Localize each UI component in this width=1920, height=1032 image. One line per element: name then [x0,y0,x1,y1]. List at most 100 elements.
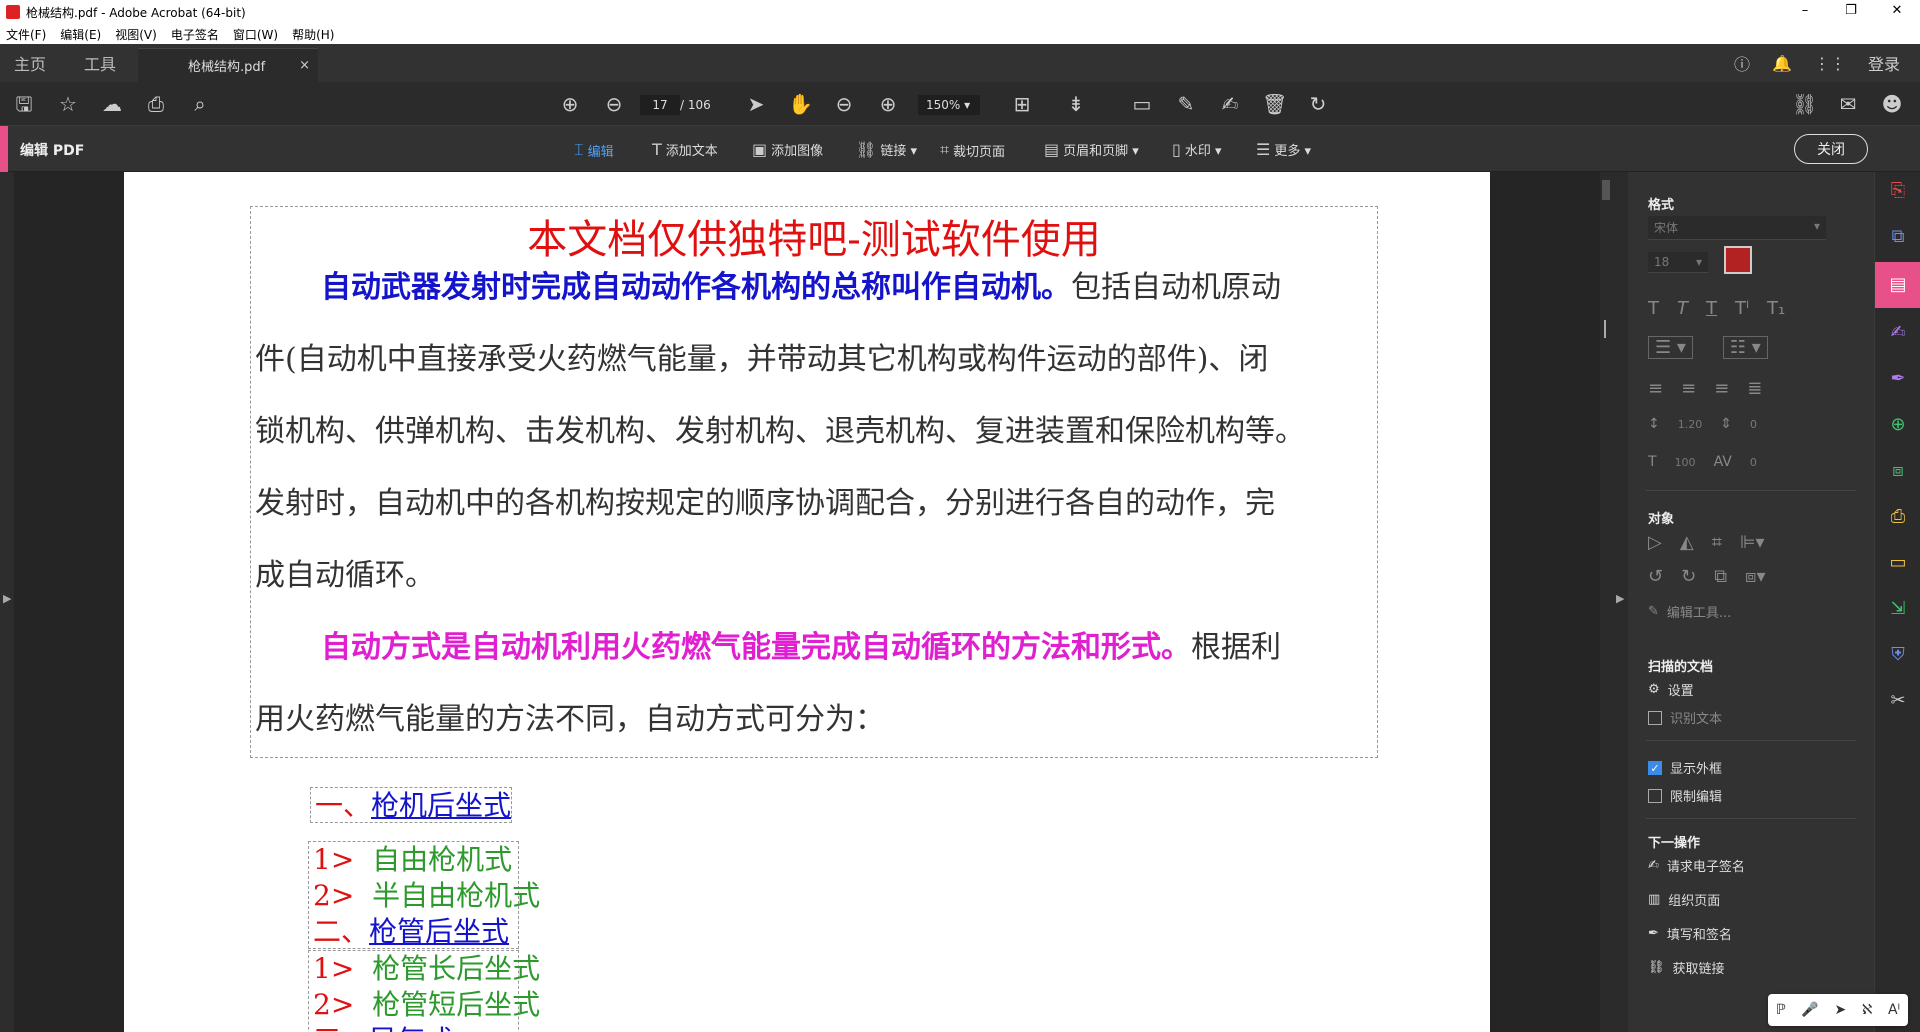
menu-esign[interactable]: 电子签名 [171,26,219,43]
align-center-icon[interactable]: ≡ [1681,378,1696,399]
highlight-pen-icon[interactable]: ✎ [1174,92,1198,116]
ime-translate-icon[interactable]: ℵ [1862,1002,1872,1018]
get-link-item[interactable]: ⛓ 获取链接 [1648,958,1725,977]
comment-icon[interactable]: ▭ [1130,92,1154,116]
right-panel-toggle[interactable]: ▶ [1612,172,1628,1032]
flip-horizontal-icon[interactable]: ◭ [1680,532,1694,553]
account-icon[interactable]: ☻ [1880,92,1904,116]
bold-icon[interactable]: T [1648,298,1659,319]
apps-grid-icon[interactable]: ⋮⋮ [1814,54,1846,73]
ime-logo-icon[interactable]: ℙ [1776,1002,1786,1018]
menu-file[interactable]: 文件(F) [6,26,46,43]
more-button[interactable]: ☰ 更多 ▾ [1256,140,1311,159]
crop-image-icon[interactable]: ⌗ [1712,532,1722,553]
superscript-icon[interactable]: Tˡ [1735,298,1749,319]
restrict-edit-checkbox[interactable] [1648,788,1662,803]
settings-item[interactable]: ⚙ 设置 [1648,680,1694,699]
arrange-icon[interactable]: ⧈▾ [1745,566,1765,587]
align-objects-icon[interactable]: ⊫▾ [1740,532,1765,553]
numbered-list-icon[interactable]: ☷ ▾ [1722,336,1768,359]
search-icon[interactable]: ⌕ [188,92,212,116]
vertical-scrollbar[interactable] [1600,172,1612,1032]
maximize-button[interactable]: ❐ [1828,0,1874,24]
text-block-heading-1[interactable]: 一、枪机后坐式 [310,787,512,823]
cloud-upload-icon[interactable]: ☁ [100,92,124,116]
help-icon[interactable]: ⓘ [1734,51,1750,75]
sign-icon[interactable]: ✍ [1218,92,1242,116]
text-block-main[interactable]: 本文档仅供独特吧-测试软件使用 自动武器发射时完成自动动作各机构的总称叫作自动机… [250,206,1378,758]
hand-tool-icon[interactable]: ✋ [788,92,813,116]
underline-icon[interactable]: T [1706,298,1717,319]
more-tools-icon[interactable]: ✂ [1887,690,1909,712]
zoom-out-icon[interactable]: ⊖ [832,92,856,116]
close-window-button[interactable]: ✕ [1874,0,1920,24]
subscript-icon[interactable]: T₁ [1767,298,1785,319]
fill-sign-rail-icon[interactable]: ✒ [1887,368,1909,390]
share-link-icon[interactable]: ⛓ [1792,92,1817,116]
heading-2-link[interactable]: 枪管后坐式 [369,915,509,948]
recognize-text-item[interactable]: 识别文本 [1648,708,1722,727]
edit-pdf-icon[interactable]: ▤ [1875,262,1920,308]
watermark-button[interactable]: ▯ 水印 ▾ [1172,140,1221,159]
select-cursor-icon[interactable]: ➤ [744,92,768,116]
rotate-icon[interactable]: ↻ [1306,92,1330,116]
protect-shield-icon[interactable]: ⛨ [1887,644,1909,666]
zoom-level-select[interactable]: 150% ▾ [918,95,980,115]
comment-rail-icon[interactable]: ▭ [1887,552,1909,574]
compress-rail-icon[interactable]: ⇲ [1887,598,1909,620]
rotate-ccw-icon[interactable]: ↺ [1648,566,1663,587]
notification-bell-icon[interactable]: 🔔 [1772,54,1792,73]
show-box-checkbox[interactable]: ✓ [1648,760,1662,775]
fill-sign-item[interactable]: ✒ 填写和签名 [1648,924,1732,943]
font-family-select[interactable]: 宋体 ▾ [1648,216,1826,240]
bookmark-star-icon[interactable]: ☆ [56,92,80,116]
request-esign-item[interactable]: ✍ 请求电子签名 [1648,856,1745,875]
italic-icon[interactable]: T [1677,298,1688,319]
heading-1-link[interactable]: 枪机后坐式 [371,789,511,822]
zoom-in-icon[interactable]: ⊕ [876,92,900,116]
export-rail-icon[interactable]: ⎙ [1887,506,1909,528]
login-button[interactable]: 登录 [1868,51,1900,75]
tab-document[interactable]: 枪械结构.pdf × [138,48,318,82]
minimize-button[interactable]: – [1782,0,1828,24]
recognize-text-checkbox[interactable] [1648,710,1662,725]
email-icon[interactable]: ✉ [1836,92,1860,116]
header-footer-button[interactable]: ▤ 页眉和页脚 ▾ [1044,140,1139,159]
print-icon[interactable]: ⎙ [144,92,168,116]
align-right-icon[interactable]: ≡ [1714,378,1729,399]
font-size-select[interactable]: 18 ▾ [1648,252,1708,273]
text-block-list-1[interactable]: 1> 自由枪机式 2> 半自由枪机式 二、枪管后坐式 [308,841,540,949]
bullet-list-icon[interactable]: ☰ ▾ [1648,336,1693,359]
align-left-icon[interactable]: ≡ [1648,378,1663,399]
next-page-icon[interactable]: ⊖ [602,92,626,116]
menu-edit[interactable]: 编辑(E) [60,26,101,43]
show-box-item[interactable]: ✓ 显示外框 [1648,758,1722,777]
scale-value[interactable]: 100 [1675,456,1696,469]
link-button[interactable]: ⛓ 链接 ▾ [856,140,917,159]
close-edit-button[interactable]: 关闭 [1794,134,1868,164]
fit-page-icon[interactable]: ⊞ [1010,92,1034,116]
ime-send-icon[interactable]: ➤ [1834,1002,1846,1018]
scrollbar-thumb[interactable] [1602,180,1610,200]
scroll-mode-icon[interactable]: ⇟ [1064,92,1088,116]
line-spacing-value[interactable]: 1.20 [1678,418,1703,431]
edit-tools-dropdown[interactable]: ✎ 编辑工具... [1648,602,1731,621]
left-panel-toggle[interactable]: ▶ [0,172,14,1032]
heading-3-link[interactable]: 导气式 [369,1024,453,1032]
page-number-input[interactable]: 17 [640,95,680,115]
text-block-list-2[interactable]: 1> 枪管长后坐式 2> 枪管短后坐式 三、导气式 [308,950,540,1032]
menu-help[interactable]: 帮助(H) [292,26,334,43]
restrict-edit-item[interactable]: 限制编辑 [1648,786,1722,805]
rotate-cw-icon[interactable]: ↻ [1681,566,1696,587]
add-text-button[interactable]: T 添加文本 [652,140,718,159]
replace-image-icon[interactable]: ⧉ [1714,566,1727,587]
request-signature-rail-icon[interactable]: ✍ [1887,322,1909,344]
text-color-swatch[interactable] [1724,246,1752,274]
tab-tools[interactable]: 工具 [84,51,116,75]
edit-tool-button[interactable]: ⌶ 编辑 [574,140,614,160]
align-justify-icon[interactable]: ≣ [1747,378,1762,399]
close-tab-icon[interactable]: × [299,58,310,73]
char-spacing-value[interactable]: 0 [1750,456,1757,469]
para-spacing-value[interactable]: 0 [1750,418,1757,431]
menu-window[interactable]: 窗口(W) [233,26,278,43]
